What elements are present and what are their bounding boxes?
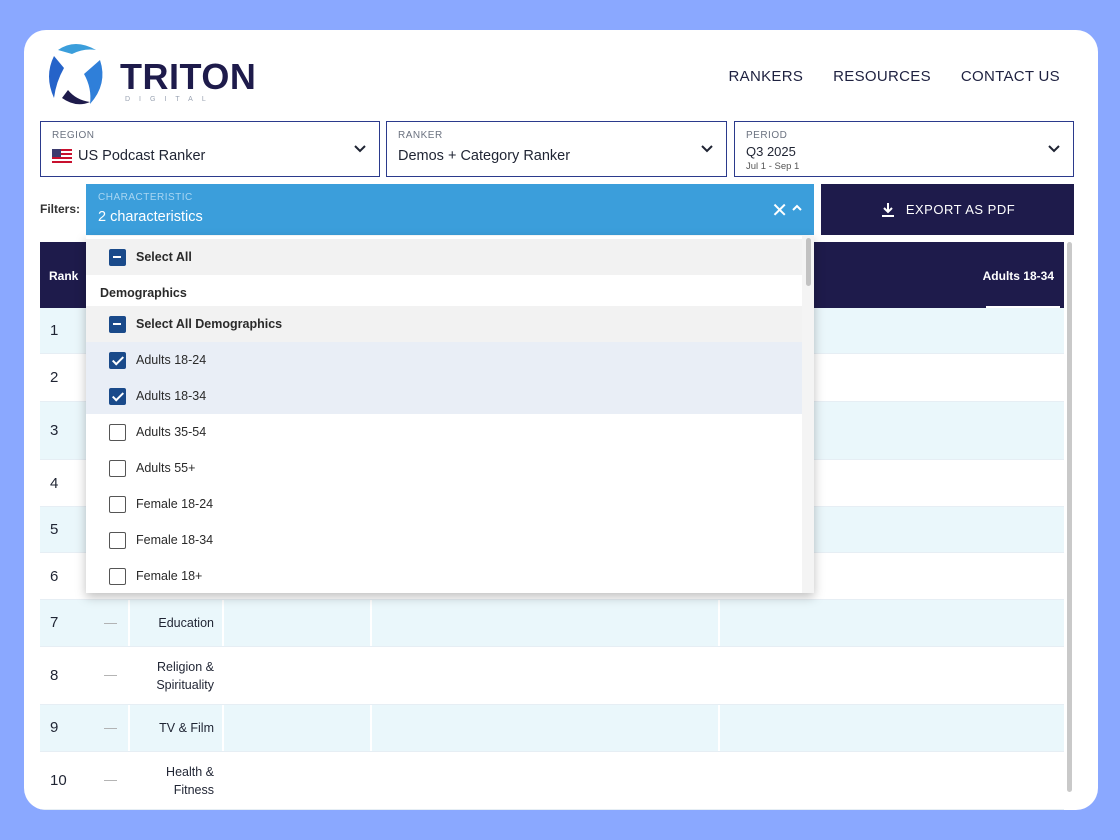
page-card: TRITON DIGITAL RANKERS RESOURCES CONTACT… — [24, 30, 1098, 810]
dropdown-scrollbar-track[interactable] — [802, 236, 814, 593]
period-value: Q3 2025 — [746, 144, 796, 159]
option-label: Adults 18-34 — [136, 389, 207, 403]
option-label: Female 18-34 — [136, 533, 214, 547]
brand-name: TRITON — [120, 56, 257, 97]
characteristic-dropdown: Select All Demographics Select All Demog… — [86, 236, 814, 593]
nav-rankers[interactable]: RANKERS — [729, 68, 804, 85]
col-divider — [222, 600, 224, 646]
option-female-18-plus[interactable]: Female 18+ — [86, 558, 802, 593]
row-rank: 4 — [50, 475, 59, 492]
chevron-up-icon[interactable] — [790, 201, 804, 215]
ranker-select[interactable]: RANKER Demos + Category Ranker — [386, 121, 727, 177]
option-adults-18-34[interactable]: Adults 18-34 — [86, 378, 802, 414]
option-label: Female 18-24 — [136, 497, 214, 511]
filters-label: Filters: — [40, 202, 81, 216]
region-select[interactable]: REGION US Podcast Ranker — [40, 121, 380, 177]
characteristic-label: CHARACTERISTIC — [98, 192, 193, 203]
chevron-down-icon — [354, 145, 366, 153]
row-category: Education — [158, 616, 214, 630]
row-rank: 7 — [50, 614, 59, 631]
row-change: — — [104, 615, 117, 630]
select-all-demographics-label: Select All Demographics — [136, 317, 283, 331]
header-adults-18-34[interactable]: Adults 18-34 — [983, 269, 1054, 283]
ranker-label: RANKER — [398, 130, 443, 141]
export-label: EXPORT AS PDF — [905, 202, 1016, 217]
table-row[interactable]: 7 — Education — [40, 600, 1064, 647]
row-rank: 8 — [50, 667, 59, 684]
option-label: Adults 55+ — [136, 461, 196, 475]
row-change: — — [104, 667, 117, 682]
checkbox-icon[interactable] — [109, 459, 126, 477]
table-row[interactable]: 10 — Health & Fitness — [40, 752, 1064, 810]
checkbox-icon[interactable] — [109, 567, 126, 585]
region-label: REGION — [52, 130, 95, 141]
option-adults-35-54[interactable]: Adults 35-54 — [86, 414, 802, 450]
period-label: PERIOD — [746, 130, 788, 141]
header-rank[interactable]: Rank — [49, 269, 78, 283]
option-female-18-24[interactable]: Female 18-24 — [86, 486, 802, 522]
option-adults-55-plus[interactable]: Adults 55+ — [86, 450, 802, 486]
select-all-option[interactable]: Select All — [86, 239, 802, 275]
indeterminate-checkbox-icon[interactable] — [109, 315, 126, 333]
region-value: US Podcast Ranker — [78, 148, 206, 164]
option-label: Female 18+ — [136, 569, 203, 583]
characteristic-value: 2 characteristics — [98, 209, 203, 225]
characteristic-select[interactable]: CHARACTERISTIC 2 characteristics ✕ — [86, 184, 814, 235]
row-rank: 6 — [50, 568, 59, 585]
period-range: Jul 1 - Sep 1 — [746, 161, 800, 172]
col-divider — [718, 600, 720, 646]
option-adults-18-24[interactable]: Adults 18-24 — [86, 342, 802, 378]
nav-resources[interactable]: RESOURCES — [833, 68, 931, 85]
row-rank: 1 — [50, 322, 59, 339]
chevron-down-icon — [701, 145, 713, 153]
option-label: Adults 18-24 — [136, 353, 207, 367]
col-divider — [370, 600, 372, 646]
row-category: Health & Fitness — [166, 765, 214, 797]
row-category: Religion & Spirituality — [156, 660, 214, 692]
top-nav: RANKERS RESOURCES CONTACT US — [729, 68, 1060, 85]
clear-icon[interactable]: ✕ — [771, 198, 788, 223]
select-all-label: Select All — [136, 250, 192, 264]
col-divider — [222, 705, 224, 751]
indeterminate-checkbox-icon[interactable] — [109, 248, 126, 266]
chevron-down-icon — [1048, 145, 1060, 153]
row-change: — — [104, 772, 117, 787]
row-rank: 5 — [50, 521, 59, 538]
row-rank: 2 — [50, 369, 59, 386]
checked-checkbox-icon[interactable] — [109, 351, 126, 369]
checkbox-icon[interactable] — [109, 495, 126, 513]
checked-checkbox-icon[interactable] — [109, 387, 126, 405]
col-divider — [128, 600, 130, 646]
row-rank: 10 — [50, 772, 67, 789]
row-rank: 9 — [50, 719, 59, 736]
row-rank: 3 — [50, 422, 59, 439]
nav-contact-us[interactable]: CONTACT US — [961, 68, 1060, 85]
period-select[interactable]: PERIOD Q3 2025 Jul 1 - Sep 1 — [734, 121, 1074, 177]
table-row[interactable]: 9 — TV & Film — [40, 705, 1064, 752]
brand-sub: DIGITAL — [125, 96, 215, 103]
row-category: TV & Film — [159, 721, 214, 735]
checkbox-icon[interactable] — [109, 423, 126, 441]
col-divider — [370, 705, 372, 751]
col-divider — [128, 705, 130, 751]
triton-logo-icon — [49, 44, 103, 105]
export-pdf-button[interactable]: EXPORT AS PDF — [821, 184, 1074, 235]
dropdown-scrollbar-thumb[interactable] — [806, 238, 811, 286]
ranker-value: Demos + Category Ranker — [398, 148, 571, 164]
row-change: — — [104, 720, 117, 735]
group-header-demographics: Demographics — [100, 286, 187, 300]
option-female-18-34[interactable]: Female 18-34 — [86, 522, 802, 558]
download-icon — [881, 202, 894, 217]
col-divider — [718, 705, 720, 751]
us-flag-icon — [52, 149, 72, 163]
checkbox-icon[interactable] — [109, 531, 126, 549]
option-label: Adults 35-54 — [136, 425, 207, 439]
table-scrollbar-thumb[interactable] — [1067, 242, 1072, 792]
triton-logo[interactable]: TRITON DIGITAL — [40, 40, 256, 110]
table-row[interactable]: 8 — Religion & Spirituality — [40, 647, 1064, 705]
select-all-demographics-option[interactable]: Select All Demographics — [86, 306, 802, 342]
region-value-wrap: US Podcast Ranker — [52, 148, 205, 164]
